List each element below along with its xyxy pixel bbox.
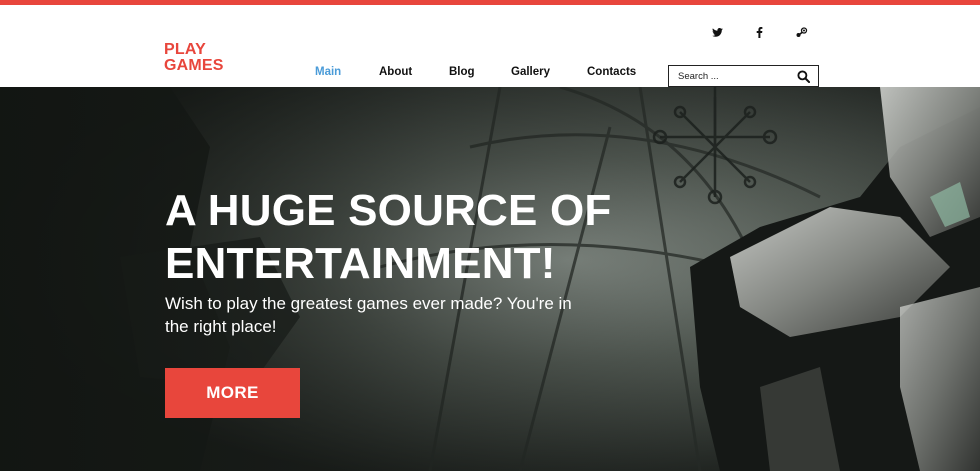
more-button[interactable]: MORE: [165, 368, 300, 418]
steam-icon[interactable]: [792, 23, 810, 41]
site-header: PLAY GAMES Main About Blog Gallery Conta…: [0, 5, 980, 87]
search-icon[interactable]: [797, 70, 811, 84]
logo-line-2: GAMES: [164, 57, 224, 74]
nav-item-blog[interactable]: Blog: [449, 66, 475, 78]
nav-item-gallery[interactable]: Gallery: [511, 66, 550, 78]
hero-title-line-1: A HUGE SOURCE OF: [165, 186, 612, 235]
logo-line-1: PLAY: [164, 41, 207, 58]
search-box: [668, 65, 819, 87]
hero-title: A HUGE SOURCE OF ENTERTAINMENT!: [165, 184, 625, 290]
nav-item-contacts[interactable]: Contacts: [587, 66, 636, 78]
hero-banner: A HUGE SOURCE OF ENTERTAINMENT! Wish to …: [0, 87, 980, 471]
facebook-icon[interactable]: [750, 23, 768, 41]
hero-title-line-2: ENTERTAINMENT!: [165, 239, 556, 288]
social-links: [700, 23, 820, 41]
hero-subtitle: Wish to play the greatest games ever mad…: [165, 294, 572, 336]
nav-item-main[interactable]: Main: [315, 66, 341, 78]
site-logo[interactable]: PLAY GAMES: [164, 42, 224, 74]
search-input[interactable]: [678, 69, 793, 83]
twitter-icon[interactable]: [708, 23, 726, 41]
nav-item-about[interactable]: About: [379, 66, 412, 78]
